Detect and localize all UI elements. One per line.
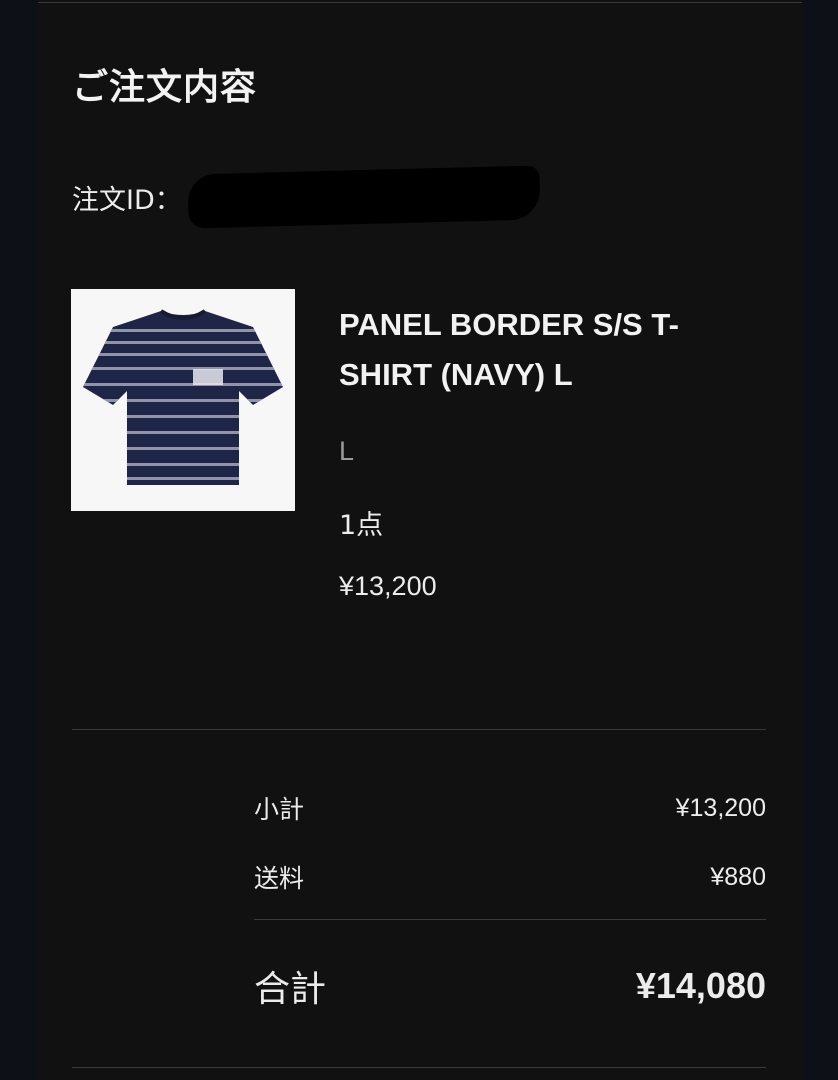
top-divider (38, 2, 802, 3)
product-quantity: 1点 (339, 510, 384, 541)
order-id-label: 注文ID： (72, 184, 182, 216)
product-name[interactable]: PANEL BORDER S/S T-SHIRT (NAVY) L (339, 300, 759, 400)
subtotal-row: 小計 ¥13,200 (254, 790, 766, 826)
shipping-label: 送料 (254, 864, 305, 893)
product-image[interactable] (71, 289, 295, 511)
total-row: 合計 ¥14,080 (254, 960, 766, 1012)
total-label: 合計 (254, 969, 327, 1010)
page-title: ご注文内容 (72, 67, 258, 108)
subtotal-value: ¥13,200 (675, 793, 766, 822)
product-variant: L (339, 436, 355, 466)
bottom-divider (72, 1067, 766, 1068)
section-divider (72, 729, 766, 730)
summary-divider (254, 919, 766, 920)
order-id-redacted (187, 165, 541, 229)
subtotal-label: 小計 (254, 795, 305, 824)
shipping-value: ¥880 (710, 862, 766, 891)
total-value: ¥14,080 (635, 965, 766, 1006)
tshirt-image-icon (83, 309, 283, 485)
shipping-row: 送料 ¥880 (254, 859, 766, 895)
order-id-row: 注文ID： (72, 165, 541, 229)
product-price: ¥13,200 (339, 571, 437, 601)
order-details-card: ご注文内容 注文ID： PANEL BORDER S/S T-SHIRT (NA… (38, 0, 802, 1080)
